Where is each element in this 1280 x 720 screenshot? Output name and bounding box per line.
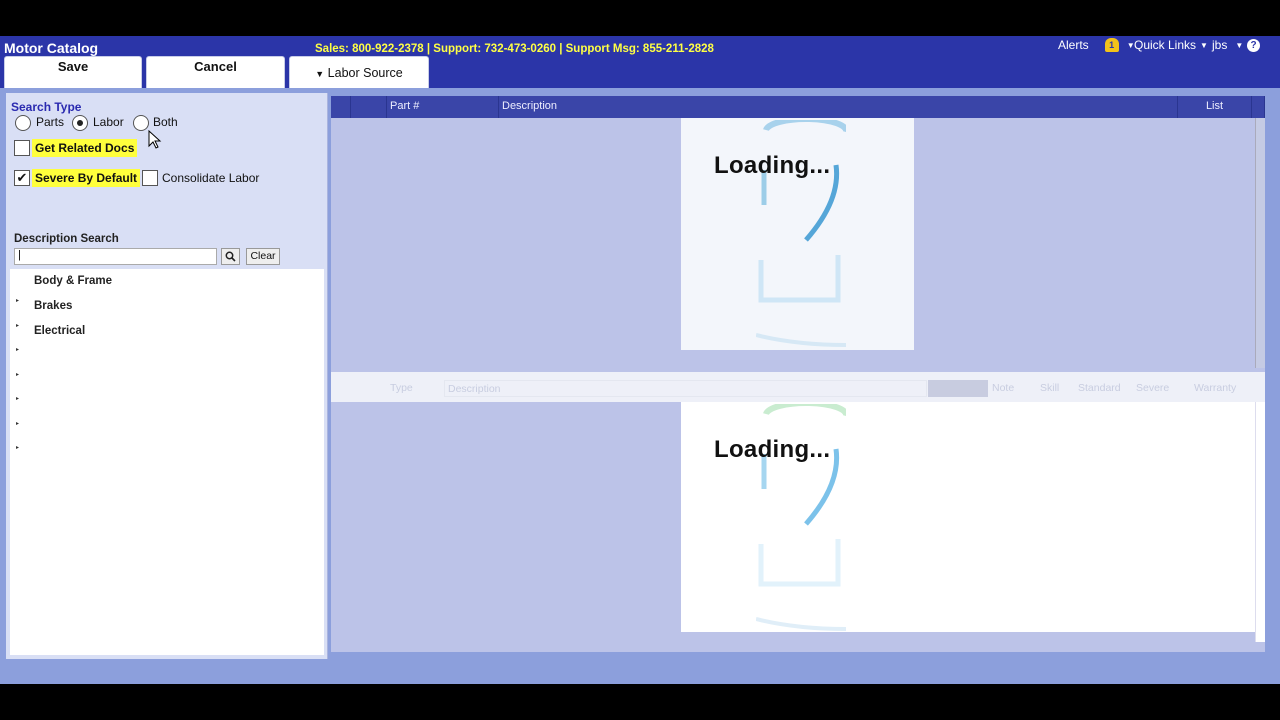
description-search-input[interactable]: | [14, 248, 217, 265]
user-menu[interactable]: jbs ▼ [1212, 38, 1243, 52]
labor-header-warranty[interactable]: Warranty [1191, 380, 1251, 397]
cancel-button[interactable]: Cancel [146, 56, 285, 88]
severe-default-label: Severe By Default [32, 169, 141, 187]
consolidate-labor-checkbox[interactable] [142, 170, 158, 186]
labor-header-standard[interactable]: Standard [1075, 380, 1131, 397]
expand-icon[interactable]: ▸ [16, 420, 19, 427]
quick-links-menu[interactable]: Quick Links ▼ [1134, 38, 1208, 52]
labor-grid-header: Type Description Note Skill Standard Sev… [331, 372, 1265, 402]
severe-default-checkbox[interactable]: ✔ [14, 170, 30, 186]
parts-radio[interactable] [15, 115, 31, 131]
chevron-down-icon: ▼ [1235, 40, 1244, 50]
loading-text: Loading... [714, 436, 831, 463]
both-radio[interactable] [133, 115, 149, 131]
grid-header-description[interactable]: Description [499, 96, 1178, 118]
labor-radio-label: Labor [93, 115, 124, 129]
parts-results-area: Loading... [331, 118, 1265, 372]
app-title: Motor Catalog [4, 40, 99, 56]
quick-links-label: Quick Links [1134, 38, 1197, 52]
description-search-label: Description Search [14, 233, 119, 245]
grid-header-blank [351, 96, 387, 118]
labor-header-blank [928, 380, 988, 397]
labor-results-area: Loading... [331, 402, 1265, 652]
grid-header-list[interactable]: List [1178, 96, 1252, 118]
both-radio-label: Both [153, 115, 178, 129]
chevron-down-icon: ▼ [1200, 40, 1208, 50]
labor-source-label: Labor Source [327, 66, 403, 80]
caret-down-icon: ▼ [315, 69, 325, 79]
expand-icon[interactable]: ▸ [16, 322, 19, 329]
header-bar: Motor Catalog Sales: 800-922-2378 | Supp… [0, 36, 1280, 88]
bell-icon[interactable]: 1 [1104, 38, 1119, 52]
labor-header-note[interactable]: Note [989, 380, 1024, 397]
clear-button[interactable]: Clear [246, 248, 280, 265]
alerts-menu[interactable]: Alerts 1 ▼ [1058, 38, 1135, 52]
expand-icon[interactable]: ▸ [16, 371, 19, 378]
help-button[interactable]: ? [1247, 39, 1260, 52]
labor-header-severe[interactable]: Severe [1133, 380, 1189, 397]
alerts-label: Alerts [1058, 38, 1089, 52]
labor-source-button[interactable]: ▼ Labor Source [289, 56, 429, 88]
results-grid: Part # Description List Loading... Type … [331, 96, 1265, 652]
related-docs-label: Get Related Docs [32, 139, 138, 157]
help-icon: ? [1247, 39, 1260, 52]
user-label: jbs [1212, 38, 1228, 52]
grid-header-select[interactable] [331, 96, 351, 118]
search-panel: Search Type Parts Labor Both Get Related… [6, 93, 328, 659]
support-phone-line: Sales: 800-922-2378 | Support: 732-473-0… [315, 43, 714, 55]
parts-radio-label: Parts [36, 115, 65, 129]
parts-scrollbar[interactable] [1255, 118, 1265, 368]
grid-header-end [1252, 96, 1265, 118]
grid-header-part-number[interactable]: Part # [387, 96, 499, 118]
search-icon [225, 251, 236, 262]
app-window: Motor Catalog Sales: 800-922-2378 | Supp… [0, 36, 1280, 684]
search-type-label: Search Type [11, 100, 82, 114]
loading-overlay: Loading... [681, 118, 914, 350]
category-tree: Body & Frame ▸ Brakes ▸ Electrical ▸ ▸ ▸… [10, 269, 324, 655]
search-button[interactable] [221, 248, 240, 265]
labor-radio[interactable] [72, 115, 88, 131]
expand-icon[interactable]: ▸ [16, 297, 19, 304]
loading-overlay: Loading... [681, 402, 914, 632]
loading-text: Loading... [714, 152, 831, 179]
related-docs-checkbox[interactable] [14, 140, 30, 156]
consolidate-labor-label: Consolidate Labor [162, 171, 260, 185]
save-button[interactable]: Save [4, 56, 142, 88]
labor-header-type[interactable]: Type [387, 380, 443, 397]
labor-scrollbar[interactable] [1255, 402, 1265, 642]
tree-item-body-frame[interactable]: Body & Frame [34, 275, 112, 287]
expand-icon[interactable]: ▸ [16, 346, 19, 353]
expand-icon[interactable]: ▸ [16, 395, 19, 402]
tree-item-electrical[interactable]: Electrical [34, 325, 85, 337]
labor-header-skill[interactable]: Skill [1037, 380, 1073, 397]
expand-icon[interactable]: ▸ [16, 444, 19, 451]
mouse-cursor-icon [148, 130, 162, 149]
labor-header-description[interactable]: Description [444, 380, 927, 397]
tree-item-brakes[interactable]: Brakes [34, 300, 72, 312]
